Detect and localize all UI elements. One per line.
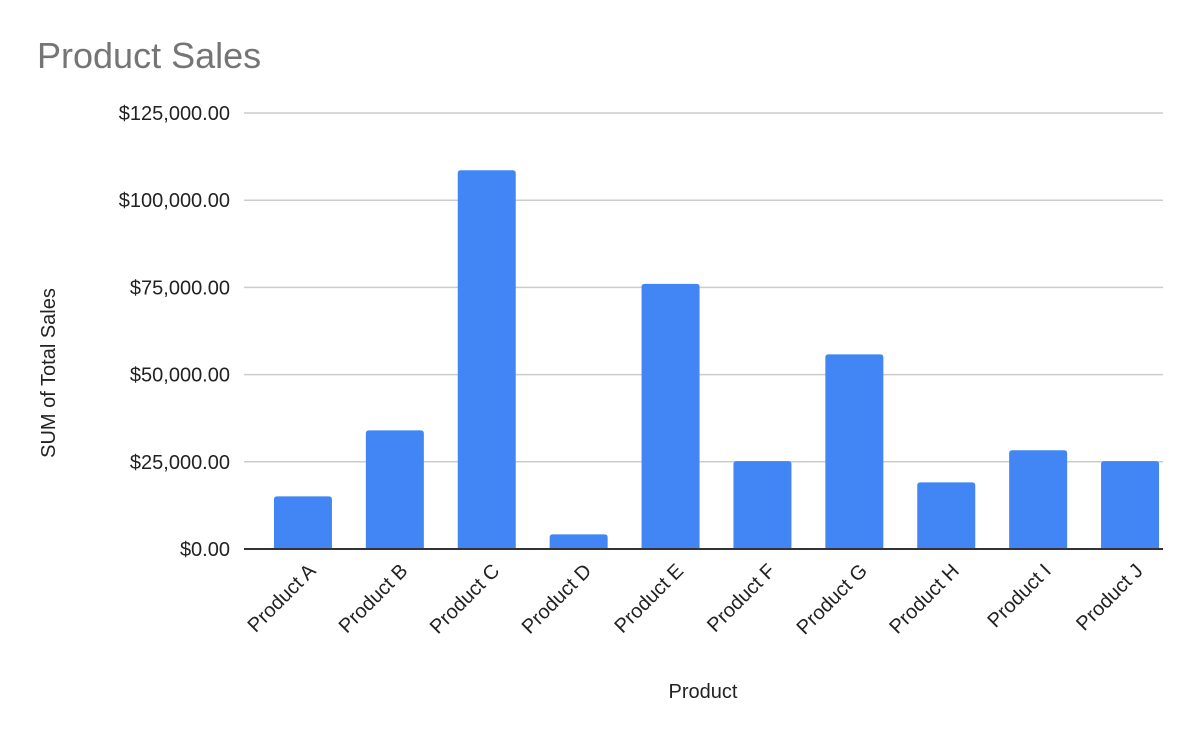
y-tick-label: $100,000.00 <box>119 190 230 212</box>
x-tick-label: Product F <box>703 560 780 637</box>
bar[interactable] <box>273 496 332 549</box>
bars <box>273 170 1160 550</box>
y-tick-label: $125,000.00 <box>119 103 230 125</box>
y-axis-ticks: $0.00 $25,000.00 $50,000.00 $75,000.00 $100,… <box>119 103 230 561</box>
x-tick-label: Product E <box>610 560 688 638</box>
y-tick-label: $0.00 <box>180 539 230 561</box>
bar[interactable] <box>1101 461 1160 549</box>
bar[interactable] <box>457 170 516 550</box>
x-tick-label: Product B <box>335 560 413 638</box>
y-tick-label: $50,000.00 <box>130 365 230 387</box>
gridlines <box>244 112 1163 463</box>
bar[interactable] <box>733 461 792 549</box>
bar[interactable] <box>549 534 608 549</box>
x-tick-label: Product G <box>793 560 872 639</box>
x-axis-title: Product <box>669 681 738 703</box>
y-tick-label: $25,000.00 <box>130 452 230 474</box>
x-tick-label: Product C <box>426 560 504 638</box>
bar[interactable] <box>825 354 884 549</box>
x-tick-label: Product J <box>1072 560 1147 635</box>
bar[interactable] <box>641 283 700 549</box>
x-tick-label: Product I <box>984 560 1056 632</box>
bar[interactable] <box>365 430 424 549</box>
bar-chart: Product Sales $0.00$25,000.00$50,000.00$… <box>37 35 1163 703</box>
x-tick-label: Product A <box>244 560 321 637</box>
x-axis-ticks: Product A Product B Product C Product D Prod… <box>244 560 1148 640</box>
chart-title: Product Sales <box>37 35 261 76</box>
x-tick-label: Product H <box>885 560 963 638</box>
bar[interactable] <box>917 482 976 549</box>
y-axis-title: SUM of Total Sales <box>38 288 60 458</box>
bar[interactable] <box>1009 450 1068 549</box>
x-tick-label: Product D <box>518 560 596 638</box>
y-tick-label: $75,000.00 <box>130 277 230 299</box>
